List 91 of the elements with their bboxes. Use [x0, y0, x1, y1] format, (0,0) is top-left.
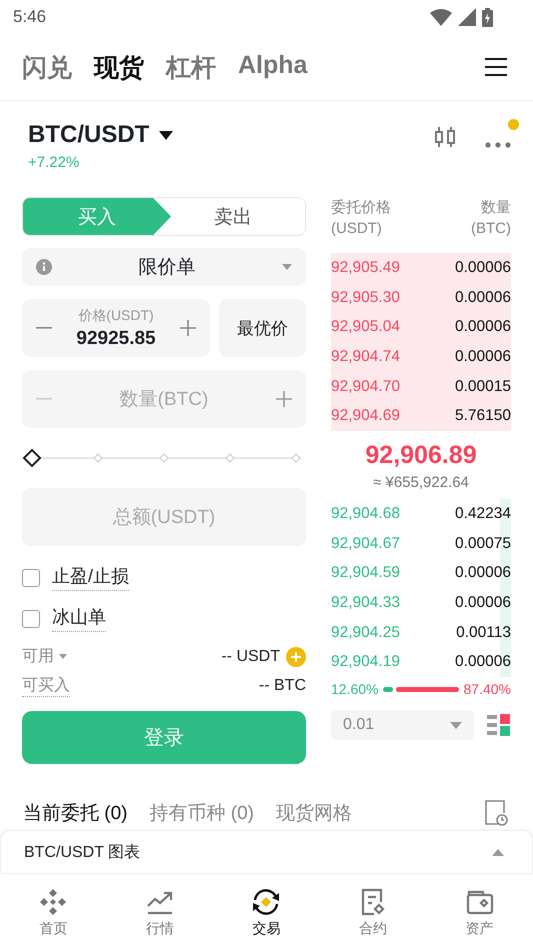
info-icon: [36, 259, 52, 275]
available-value: -- USDT: [221, 648, 280, 666]
nav-item[interactable]: 交易: [226, 888, 306, 948]
status-time: 5:46: [13, 7, 46, 27]
bid-price[interactable]: 92,904.59: [331, 564, 400, 582]
notification-dot: [508, 119, 519, 130]
option-label[interactable]: 止盈/止损: [52, 564, 130, 591]
ask-price[interactable]: 92,904.74: [331, 348, 400, 366]
orders-tab[interactable]: 当前委托 (0): [23, 800, 128, 826]
ask-amount: 0.00006: [454, 318, 511, 336]
login-button[interactable]: 登录: [22, 711, 306, 764]
ask-price[interactable]: 92,904.70: [331, 378, 400, 396]
diamond-logo-icon: [39, 888, 68, 916]
checkbox[interactable]: [22, 610, 40, 628]
minus-icon[interactable]: [36, 327, 52, 329]
quantity-unit: (BTC): [471, 219, 511, 239]
caret-icon[interactable]: [159, 130, 174, 140]
buy-ratio: 12.60%: [331, 681, 378, 698]
bid-amount: 0.42234: [454, 504, 511, 523]
quantity-field[interactable]: 数量(BTC): [22, 370, 306, 428]
price-unit: (USDT): [331, 219, 383, 239]
bid-amount: 0.00006: [454, 594, 511, 612]
chart-bar-label[interactable]: BTC/USDT 图表: [24, 842, 140, 862]
order-type-select[interactable]: 限价单: [22, 248, 306, 286]
pair-symbol[interactable]: BTC/USDT: [28, 121, 150, 149]
max-buy-label: 可买入: [22, 675, 70, 697]
nav-item[interactable]: 合约: [333, 888, 414, 948]
dropdown-caret-icon: [282, 264, 292, 270]
bid-price[interactable]: 92,904.19: [331, 653, 400, 672]
menu-icon[interactable]: [485, 57, 507, 77]
ask-amount: 5.76150: [454, 407, 511, 426]
ask-price[interactable]: 92,905.04: [331, 318, 400, 336]
nav-item[interactable]: 首页: [13, 888, 94, 948]
price-change: +7.22%: [28, 154, 80, 171]
chart-bar[interactable]: BTC/USDT 图表: [0, 830, 533, 873]
bid-amount: 0.00113: [456, 624, 511, 642]
slider-step-icon: [93, 453, 103, 463]
bid-price[interactable]: 92,904.68: [331, 504, 400, 523]
wifi-icon: [430, 8, 452, 26]
book-layout-icon[interactable]: [487, 713, 511, 738]
slider-step-icon: [159, 453, 169, 463]
expand-caret-icon[interactable]: [492, 848, 504, 856]
document-icon: [360, 888, 386, 916]
checkbox[interactable]: [22, 568, 40, 586]
slider-thumb[interactable]: [22, 448, 42, 468]
price-column-header: 委托价格: [331, 198, 391, 218]
bid-price[interactable]: 92,904.25: [331, 624, 400, 642]
wallet-icon: [466, 888, 494, 916]
signal-icon: [458, 8, 476, 26]
plus-icon[interactable]: [276, 391, 292, 407]
price-field[interactable]: 价格(USDT) 92925.85: [22, 299, 210, 357]
bid-amount: 0.00006: [454, 564, 511, 582]
ask-amount: 0.00006: [454, 348, 511, 366]
more-icon[interactable]: [485, 142, 511, 148]
option-label[interactable]: 冰山单: [52, 605, 106, 632]
ask-amount: 0.00006: [454, 258, 511, 277]
orders-tab[interactable]: 现货网格: [276, 800, 352, 826]
ask-price[interactable]: 92,904.69: [331, 407, 400, 426]
battery-icon: [482, 8, 493, 26]
bid-amount: 0.00006: [454, 653, 511, 672]
bid-amount: 0.00075: [454, 534, 511, 553]
candlestick-icon[interactable]: [433, 125, 457, 149]
orders-tab[interactable]: 持有币种 (0): [150, 800, 254, 826]
ask-price[interactable]: 92,905.49: [331, 258, 400, 277]
sell-ratio: 87.40%: [464, 681, 511, 698]
bid-price[interactable]: 92,904.33: [331, 594, 400, 612]
slider-step-icon: [225, 453, 235, 463]
max-buy-value: -- BTC: [258, 677, 306, 695]
slider-step-icon: [291, 453, 301, 463]
total-field[interactable]: 总额(USDT): [22, 488, 306, 546]
quantity-column-header: 数量: [480, 198, 511, 218]
mode-tab[interactable]: 闪兑: [22, 50, 72, 84]
ask-amount: 0.00015: [454, 378, 511, 396]
add-funds-icon[interactable]: [286, 646, 306, 666]
side-tab[interactable]: 买入: [23, 198, 171, 235]
nav-item[interactable]: 行情: [120, 888, 200, 948]
bid-price[interactable]: 92,904.67: [331, 534, 400, 553]
history-icon[interactable]: [484, 800, 508, 826]
precision-select[interactable]: 0.01: [331, 710, 474, 740]
ask-amount: 0.00006: [454, 288, 511, 307]
last-price-cny: ≈ ¥655,922.64: [372, 474, 470, 492]
nav-item[interactable]: 资产: [440, 888, 520, 948]
ask-price[interactable]: 92,905.30: [331, 288, 400, 307]
dropdown-caret-icon: [450, 722, 462, 729]
last-price: 92,906.89: [364, 441, 478, 470]
mode-tab[interactable]: Alpha: [238, 50, 308, 84]
mode-tab[interactable]: 杠杆: [166, 50, 216, 84]
best-price-button[interactable]: 最优价: [219, 299, 306, 357]
available-label[interactable]: 可用: [22, 646, 54, 667]
mode-tab[interactable]: 现货: [94, 50, 144, 84]
plus-icon[interactable]: [180, 320, 196, 336]
